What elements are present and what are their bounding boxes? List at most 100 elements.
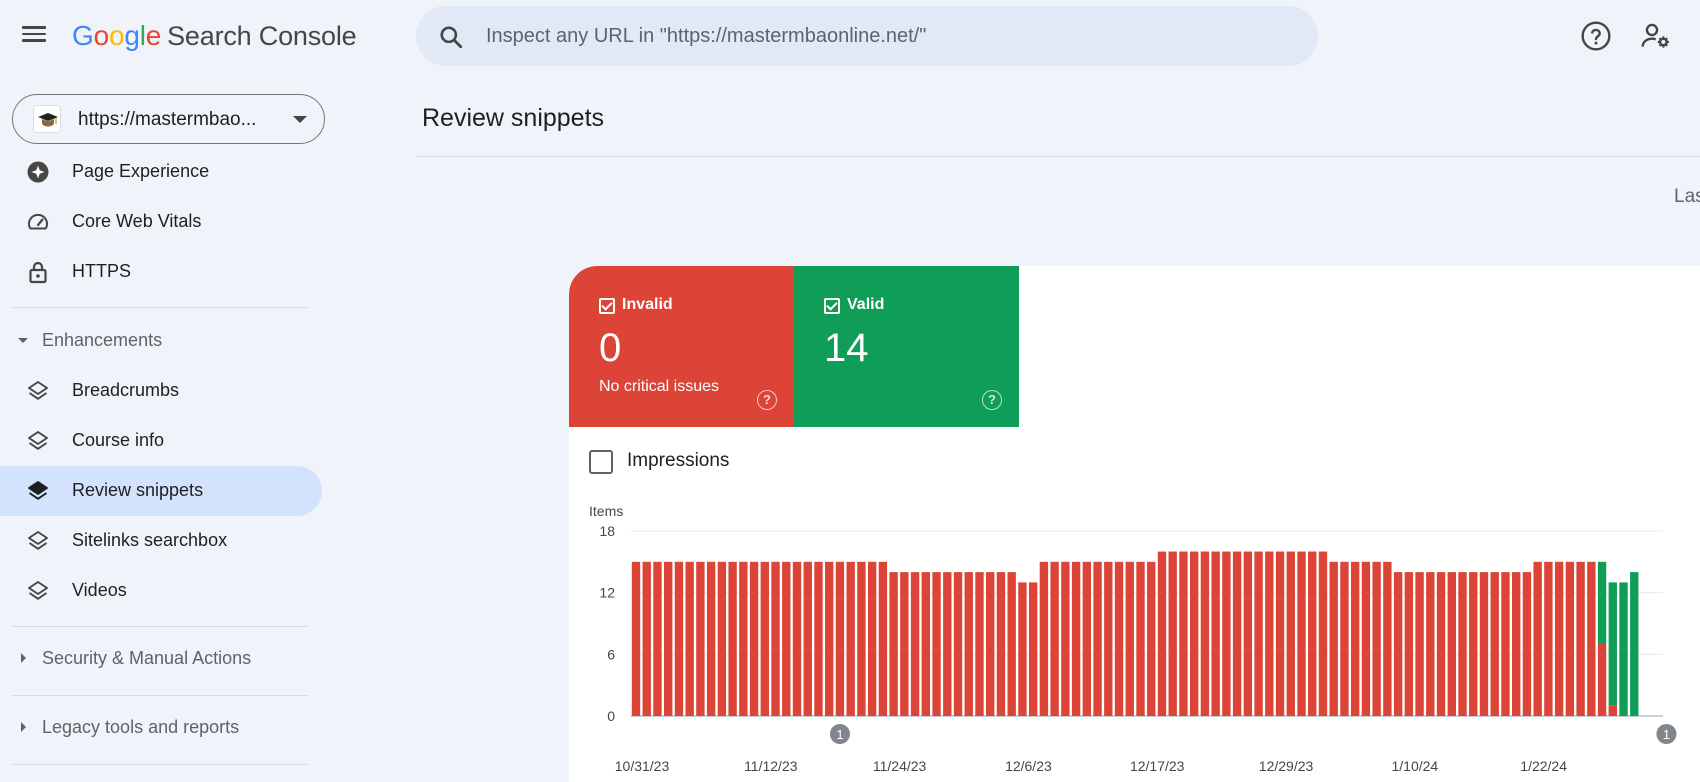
checkbox-checked-icon[interactable] xyxy=(599,298,615,314)
bar-invalid xyxy=(1565,561,1575,716)
sidebar-item-https[interactable]: HTTPS xyxy=(0,247,322,297)
bar-invalid xyxy=(921,572,931,716)
bar-invalid xyxy=(1275,551,1285,716)
bar-invalid xyxy=(1189,551,1199,716)
sidebar-item-sitelinks-searchbox[interactable]: Sitelinks searchbox xyxy=(0,516,322,566)
page-experience-icon xyxy=(27,161,49,183)
header: Google Search Console xyxy=(0,0,1700,72)
x-tick-label: 11/12/23 xyxy=(744,758,798,774)
bar-invalid xyxy=(792,561,802,716)
url-inspection-search[interactable] xyxy=(416,6,1318,66)
bar-invalid xyxy=(803,561,812,716)
bar-invalid xyxy=(1533,561,1542,716)
bar-invalid xyxy=(1458,572,1467,716)
help-circle-icon[interactable]: ? xyxy=(757,390,777,410)
account-settings-icon[interactable] xyxy=(1640,20,1672,52)
bar-invalid xyxy=(1554,561,1564,716)
bar-invalid xyxy=(1372,561,1381,716)
bar-invalid xyxy=(1308,551,1317,716)
help-circle-icon[interactable]: ? xyxy=(982,390,1002,410)
section-security-manual-actions[interactable]: Security & Manual Actions xyxy=(0,637,322,681)
x-tick-label: 10/31/23 xyxy=(615,758,670,774)
bar-invalid xyxy=(1265,551,1274,716)
bar-invalid xyxy=(1157,551,1167,716)
search-console-logo[interactable]: Google Search Console xyxy=(72,20,357,52)
expand-arrow-icon xyxy=(21,653,26,663)
bar-invalid xyxy=(1340,561,1349,716)
bar-invalid xyxy=(1608,705,1617,716)
section-legacy-tools[interactable]: Legacy tools and reports xyxy=(0,706,322,750)
annotation-label: 1 xyxy=(836,727,843,742)
bar-invalid xyxy=(1587,561,1596,716)
dropdown-arrow-icon xyxy=(293,116,307,123)
layers-icon xyxy=(28,531,48,550)
bar-invalid xyxy=(1522,572,1532,716)
bar-invalid xyxy=(1114,561,1124,716)
sidebar-item-page-experience[interactable]: Page Experience xyxy=(0,147,322,197)
bar-invalid xyxy=(1393,572,1403,716)
sidebar-item-breadcrumbs[interactable]: Breadcrumbs xyxy=(0,366,322,416)
bar-invalid xyxy=(739,561,748,716)
section-enhancements[interactable]: Enhancements xyxy=(0,319,322,363)
bar-invalid xyxy=(975,572,984,716)
bar-invalid xyxy=(782,561,791,716)
impressions-checkbox[interactable] xyxy=(589,450,613,474)
help-icon[interactable] xyxy=(1580,20,1612,52)
bar-invalid xyxy=(986,572,995,716)
bar-invalid xyxy=(867,561,877,716)
bar-invalid xyxy=(717,561,727,716)
sidebar-item-review-snippets[interactable]: Review snippets xyxy=(0,466,322,516)
bar-invalid xyxy=(900,572,909,716)
bar-invalid xyxy=(1028,582,1038,716)
sidebar-divider xyxy=(12,307,308,308)
bar-invalid xyxy=(1018,582,1027,716)
bar-invalid xyxy=(1200,551,1210,716)
y-tick-label: 0 xyxy=(607,708,615,724)
bar-invalid xyxy=(1512,572,1521,716)
bar-invalid xyxy=(1232,551,1242,716)
bar-valid xyxy=(1608,582,1617,706)
layers-icon xyxy=(28,481,48,500)
title-divider xyxy=(416,156,1700,157)
bar-invalid xyxy=(1136,561,1145,716)
bar-invalid xyxy=(814,561,823,716)
main-menu-button[interactable] xyxy=(22,22,52,52)
bar-invalid xyxy=(631,561,641,716)
sidebar-item-core-web-vitals[interactable]: Core Web Vitals xyxy=(0,197,322,247)
sidebar-item-videos[interactable]: Videos xyxy=(0,566,322,616)
annotation-label: 1 xyxy=(1663,727,1670,742)
bar-invalid xyxy=(1286,551,1295,716)
bar-invalid xyxy=(1050,561,1059,716)
search-input[interactable] xyxy=(486,18,1286,54)
bar-invalid xyxy=(685,561,694,716)
bar-invalid xyxy=(835,561,845,716)
bar-invalid xyxy=(1490,572,1499,716)
x-tick-label: 12/17/23 xyxy=(1130,758,1185,774)
property-selector[interactable]: https://mastermbao... xyxy=(12,94,325,144)
bar-invalid xyxy=(825,561,834,716)
menu-icon xyxy=(22,26,46,29)
bar-invalid xyxy=(910,572,920,716)
valid-label: Valid xyxy=(847,296,885,313)
y-axis-label: Items xyxy=(589,503,623,519)
bar-valid xyxy=(1597,561,1607,645)
bar-invalid xyxy=(953,572,963,716)
bar-invalid xyxy=(1469,572,1478,716)
bar-invalid xyxy=(878,561,888,716)
sidebar-item-course-info[interactable]: Course info xyxy=(0,416,322,466)
bar-invalid xyxy=(1254,551,1263,716)
valid-tile[interactable]: Valid 14 ? xyxy=(794,266,1019,427)
report-card: Invalid 0 No critical issues ? Valid 14 … xyxy=(569,266,1700,782)
x-tick-label: 12/29/23 xyxy=(1259,758,1314,774)
expand-arrow-icon xyxy=(21,722,26,732)
invalid-tile[interactable]: Invalid 0 No critical issues ? xyxy=(569,266,794,427)
bar-invalid xyxy=(696,561,705,716)
bar-invalid xyxy=(1168,551,1177,716)
bar-invalid xyxy=(771,561,780,716)
sidebar-divider xyxy=(12,626,308,627)
checkbox-checked-icon[interactable] xyxy=(824,298,840,314)
bar-invalid xyxy=(1297,551,1306,716)
bar-invalid xyxy=(664,561,673,716)
bar-invalid xyxy=(943,572,952,716)
bar-invalid xyxy=(1361,561,1371,716)
